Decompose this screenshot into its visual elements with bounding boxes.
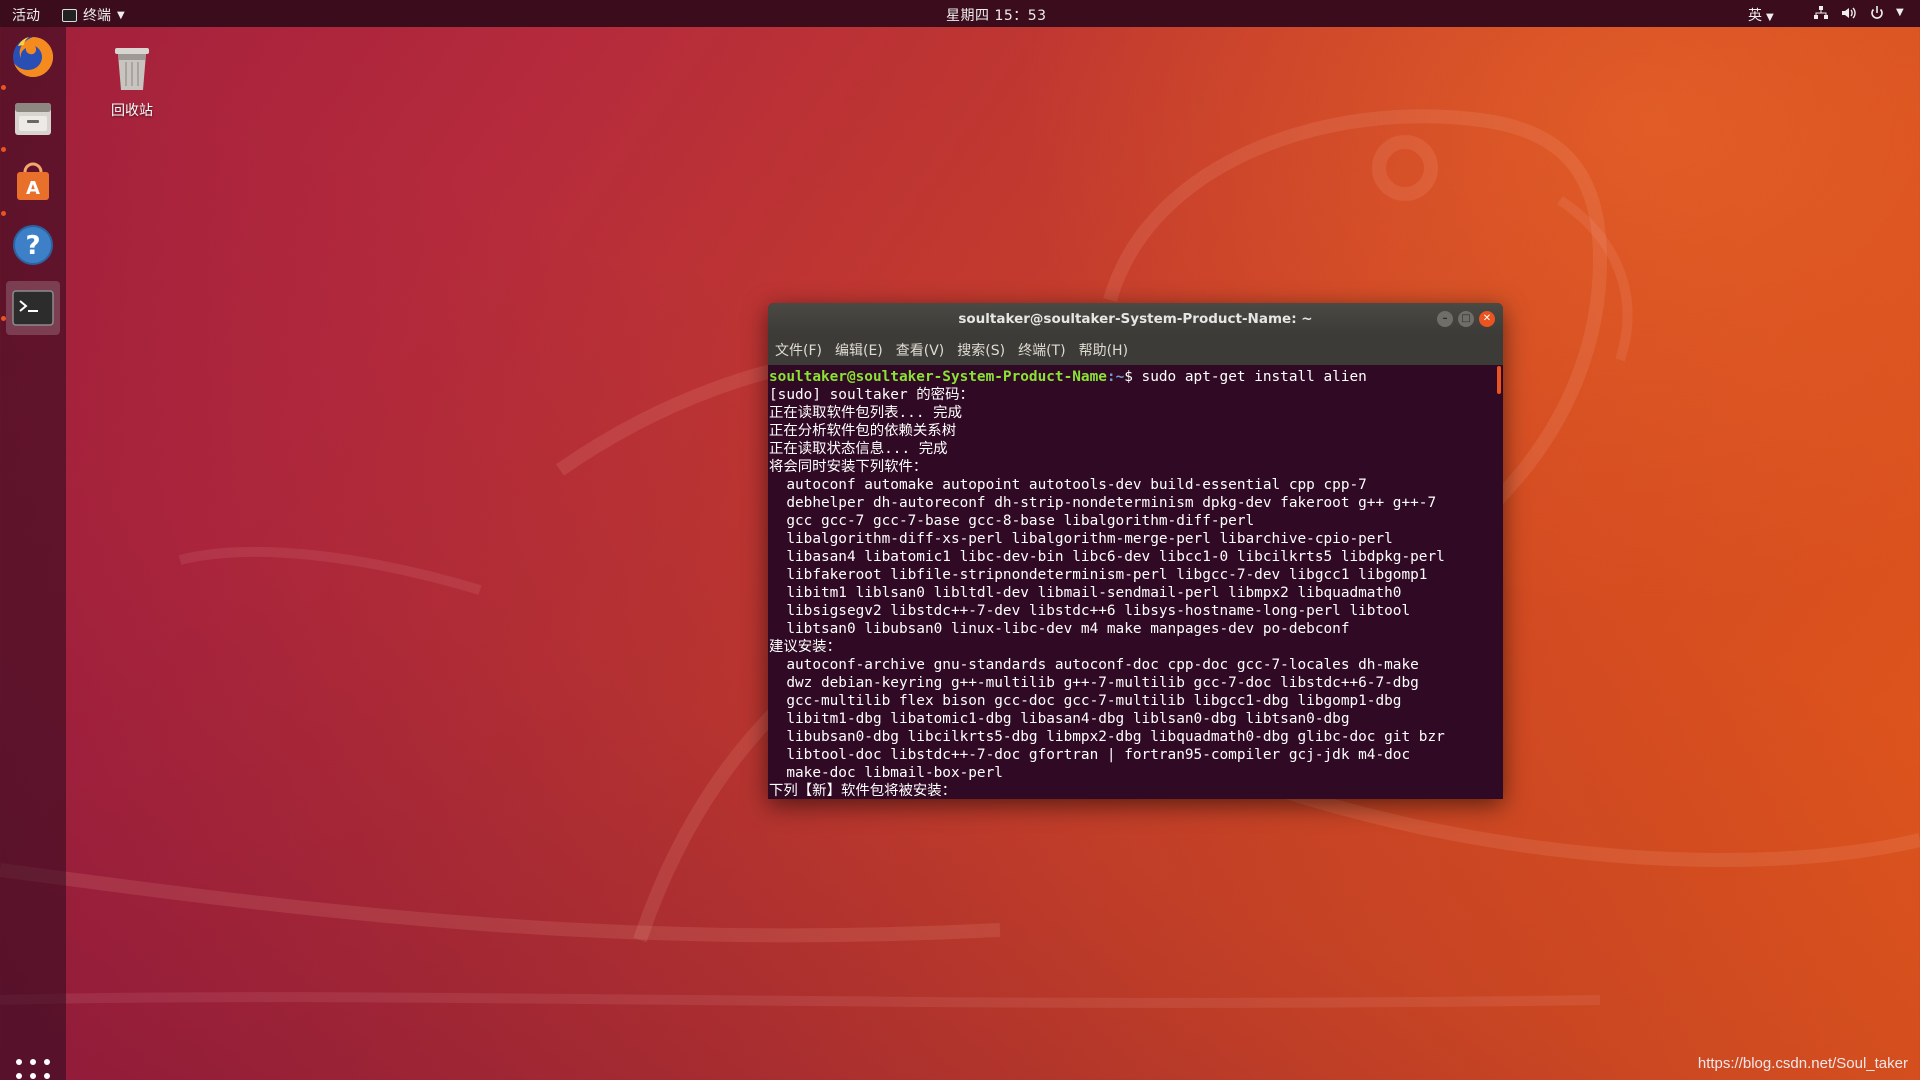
- files-icon: [15, 103, 51, 135]
- svg-text:?: ?: [25, 231, 40, 261]
- terminal-line: libsigsegv2 libstdc++-7-dev libstdc++6 l…: [769, 603, 1411, 619]
- terminal-line: 建议安装：: [769, 639, 841, 655]
- activities-button[interactable]: 活动: [12, 5, 40, 25]
- terminal-line: libasan4 libatomic1 libc-dev-bin libc6-d…: [769, 549, 1445, 565]
- terminal-line: autoconf automake autopoint autotools-de…: [769, 477, 1367, 493]
- power-icon: [1868, 4, 1886, 22]
- terminal-small-icon: [62, 8, 77, 22]
- svg-text:A: A: [26, 178, 40, 199]
- terminal-line: 正在读取状态信息... 完成: [769, 441, 948, 457]
- dock-item-help[interactable]: ?: [6, 218, 60, 272]
- app-menu-label: 终端: [83, 8, 111, 24]
- running-indicator: [1, 85, 6, 90]
- running-indicator: [1, 316, 6, 321]
- top-bar: 活动 终端 ▼ 星期四 15：53 英 ▼ ▼: [0, 0, 1920, 27]
- apps-grid-dot: [30, 1073, 36, 1079]
- input-method-indicator[interactable]: 英 ▼: [1748, 5, 1774, 25]
- terminal-line: make-doc libmail-box-perl: [769, 765, 1003, 781]
- running-indicator: [1, 211, 6, 216]
- terminal-line: gcc gcc-7 gcc-7-base gcc-8-base libalgor…: [769, 513, 1255, 529]
- dock-item-firefox[interactable]: [6, 30, 60, 84]
- terminal-line: libitm1 liblsan0 libltdl-dev libmail-sen…: [769, 585, 1402, 601]
- terminal-line: libubsan0-dbg libcilkrts5-dbg libmpx2-db…: [769, 729, 1445, 745]
- dock-item-software[interactable]: A: [6, 155, 60, 209]
- terminal-scrollbar[interactable]: [1497, 366, 1501, 394]
- dock-item-files[interactable]: [6, 92, 60, 146]
- apps-grid-dot: [16, 1073, 22, 1079]
- terminal-line: libtsan0 libubsan0 linux-libc-dev m4 mak…: [769, 621, 1350, 637]
- terminal-line: libfakeroot libfile-stripnondeterminism-…: [769, 567, 1428, 583]
- terminal-lines: [sudo] soultaker 的密码： 正在读取软件包列表... 完成 正在分析…: [769, 386, 1502, 799]
- menu-terminal[interactable]: 终端(T): [1018, 340, 1065, 360]
- chevron-down-icon: ▼: [117, 9, 125, 21]
- firefox-icon: [13, 36, 54, 77]
- chevron-down-icon: ▼: [1766, 12, 1774, 23]
- minimize-button[interactable]: –: [1437, 311, 1453, 327]
- app-menu-button[interactable]: 终端 ▼: [62, 5, 125, 25]
- window-controls: – □ ✕: [1437, 311, 1495, 327]
- show-applications-button[interactable]: [16, 1059, 50, 1080]
- terminal-line: 下列【新】软件包将被安装：: [769, 783, 957, 799]
- dock: A ?: [0, 27, 66, 1080]
- system-status-area[interactable]: ▼: [1812, 4, 1914, 22]
- terminal-prompt-line: soultaker@soultaker-System-Product-Name:…: [769, 368, 1502, 386]
- terminal-line: 将会同时安装下列软件：: [769, 459, 928, 475]
- terminal-title: soultaker@soultaker-System-Product-Name:…: [958, 311, 1313, 327]
- apps-grid-dot: [44, 1073, 50, 1079]
- terminal-line: libtool-doc libstdc++-7-doc gfortran | f…: [769, 747, 1411, 763]
- terminal-line: libalgorithm-diff-xs-perl libalgorithm-m…: [769, 531, 1393, 547]
- dock-item-terminal[interactable]: [6, 281, 60, 335]
- running-indicator: [1, 147, 6, 152]
- watermark-url: https://blog.csdn.net/Soul_taker: [1697, 1055, 1908, 1072]
- clock[interactable]: 星期四 15：53: [946, 5, 1047, 25]
- menu-search[interactable]: 搜索(S): [957, 340, 1005, 360]
- apps-grid-dot: [30, 1059, 36, 1065]
- terminal-line: 正在分析软件包的依赖关系树: [769, 423, 957, 439]
- volume-icon: [1840, 4, 1858, 22]
- menu-edit[interactable]: 编辑(E): [835, 340, 883, 360]
- terminal-window[interactable]: soultaker@soultaker-System-Product-Name:…: [768, 303, 1503, 799]
- close-button[interactable]: ✕: [1479, 311, 1495, 327]
- terminal-output[interactable]: soultaker@soultaker-System-Product-Name:…: [768, 365, 1503, 799]
- terminal-line: 正在读取软件包列表... 完成: [769, 405, 962, 421]
- desktop-trash[interactable]: 回收站: [102, 44, 162, 120]
- terminal-line: libitm1-dbg libatomic1-dbg libasan4-dbg …: [769, 711, 1350, 727]
- trash-label: 回收站: [111, 103, 153, 119]
- chevron-down-icon: ▼: [1896, 7, 1904, 18]
- apps-grid-dot: [16, 1059, 22, 1065]
- menu-help[interactable]: 帮助(H): [1079, 340, 1128, 360]
- terminal-line: dwz debian-keyring g++-multilib g++-7-mu…: [769, 675, 1419, 691]
- terminal-line: [sudo] soultaker 的密码：: [769, 387, 974, 403]
- apps-grid-dot: [44, 1059, 50, 1065]
- terminal-titlebar[interactable]: soultaker@soultaker-System-Product-Name:…: [768, 303, 1503, 335]
- maximize-button[interactable]: □: [1458, 311, 1474, 327]
- terminal-icon: [12, 290, 54, 326]
- terminal-line: gcc-multilib flex bison gcc-doc gcc-7-mu…: [769, 693, 1402, 709]
- prompt-path: :~: [1106, 369, 1125, 385]
- trash-icon: [115, 48, 149, 90]
- terminal-line: autoconf-archive gnu-standards autoconf-…: [769, 657, 1419, 673]
- terminal-menubar: 文件(F) 编辑(E) 查看(V) 搜索(S) 终端(T) 帮助(H): [768, 335, 1503, 365]
- menu-file[interactable]: 文件(F): [775, 340, 822, 360]
- software-center-icon: A: [17, 162, 49, 200]
- network-icon: [1812, 4, 1830, 22]
- prompt-user-host: soultaker@soultaker-System-Product-Name: [769, 369, 1107, 385]
- terminal-line: debhelper dh-autoreconf dh-strip-nondete…: [769, 495, 1437, 511]
- input-method-label: 英: [1748, 8, 1762, 24]
- prompt-command: $ sudo apt-get install alien: [1124, 369, 1367, 385]
- menu-view[interactable]: 查看(V): [896, 340, 945, 360]
- help-icon: ?: [13, 225, 53, 265]
